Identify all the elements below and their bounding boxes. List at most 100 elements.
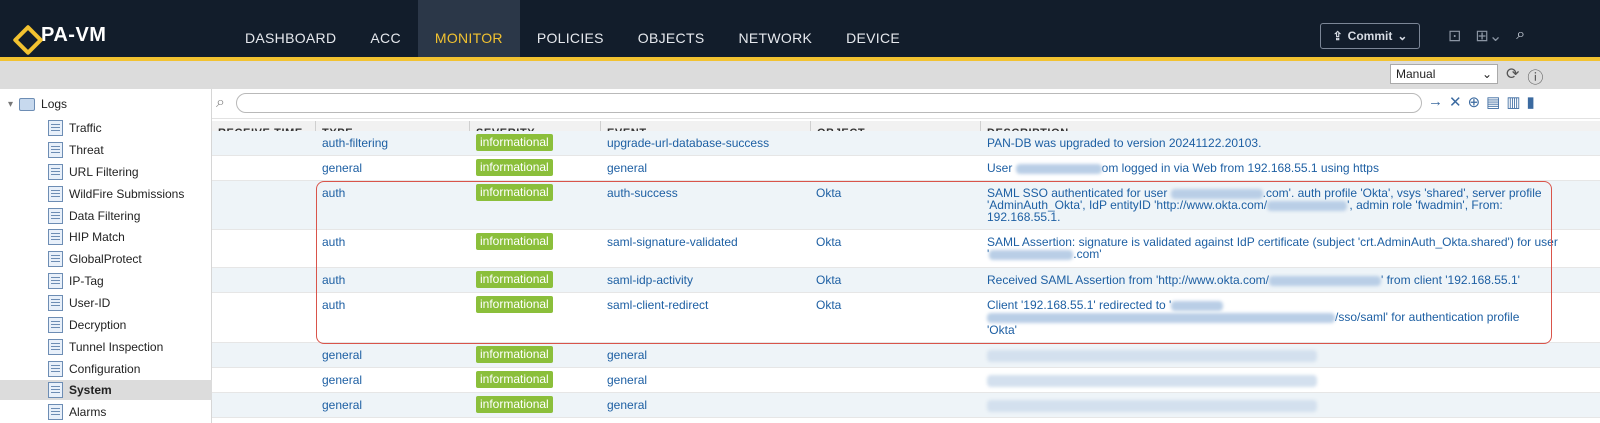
tab-monitor[interactable]: MONITOR [417,0,520,57]
row-event: auth-success [607,186,678,200]
commit-icon: ⇪ [1332,29,1343,43]
row-type: auth [322,273,346,287]
header-icons: ⊡ ⊞⌄ ⌕ [1448,26,1525,46]
sidebar-item-threat[interactable]: Threat [48,140,212,160]
desc-text: Client '192.168.55.1' redirected to ' [987,298,1172,312]
sidebar-item-decryption[interactable]: Decryption [48,315,212,335]
help-icon[interactable]: ⓘ [1527,64,1543,88]
table-row[interactable]: auth-filtering informational upgrade-url… [212,131,1600,156]
row-description [987,374,1317,387]
row-description: PAN-DB was upgraded to version 20241122.… [987,136,1262,150]
severity-badge: informational [476,396,553,413]
clear-filter-icon[interactable]: ✕ [1449,93,1462,111]
redacted-text [1268,275,1381,286]
sidebar-item-globalprotect[interactable]: GlobalProtect [48,249,212,269]
table-row[interactable]: general informational general [212,343,1600,368]
sidebar-root-logs[interactable]: ▾ Logs [8,97,67,111]
sidebar-item-label: Traffic [69,121,102,135]
sidebar-item-url-filtering[interactable]: URL Filtering [48,162,212,182]
chevron-down-icon: ⌄ [1397,29,1408,43]
sidebar-item-ip-tag[interactable]: IP-Tag [48,271,212,291]
log-icon [48,186,63,202]
sidebar-item-hip-match[interactable]: HIP Match [48,227,212,247]
row-event: saml-idp-activity [607,273,694,287]
sidebar-item-configuration[interactable]: Configuration [48,359,212,379]
export-icon[interactable]: ▮ [1527,93,1535,111]
chevron-down-icon: ⌄ [1481,67,1492,81]
severity-badge: informational [476,371,553,388]
log-filter-input[interactable] [236,93,1422,113]
transaction-icon[interactable]: ⊞⌄ [1475,26,1502,46]
sidebar-item-label: Configuration [69,362,141,376]
add-filter-icon[interactable]: ⊕ [1468,93,1481,111]
row-object: Okta [816,235,842,249]
app-title: PA-VM [41,24,107,46]
search-icon[interactable]: ⌕ [1516,26,1525,46]
row-description: User om logged in via Web from 192.168.5… [987,162,1379,174]
row-type: auth [322,186,346,200]
table-row[interactable]: auth informational saml-idp-activity Okt… [212,268,1600,293]
sidebar-item-label: System [69,383,112,397]
sidebar-item-alarms[interactable]: Alarms [48,402,212,422]
sidebar-item-data-filtering[interactable]: Data Filtering [48,206,212,226]
tab-device[interactable]: DEVICE [829,0,917,57]
apply-filter-icon[interactable]: → [1428,93,1443,111]
save-filter-icon[interactable]: ▤ [1486,93,1500,111]
system-log-table: RECEIVE TIME TYPE SEVERITY EVENT OBJECT … [212,121,1600,423]
sidebar-item-traffic[interactable]: Traffic [48,118,212,138]
log-icon [48,208,63,224]
tab-objects[interactable]: OBJECTS [621,0,722,57]
monitor-icon [48,273,63,289]
row-object: Okta [816,186,842,200]
log-filter-bar: ⌕ → ✕ ⊕ ▤ ▥ ▮ [212,89,1600,119]
logo-icon [14,26,34,46]
load-filter-icon[interactable]: ▥ [1506,93,1520,111]
sidebar-item-label: WildFire Submissions [69,187,185,201]
sidebar: ▾ Logs Traffic Threat URL Filtering Wild… [0,89,212,423]
redacted-text [987,374,1317,387]
refresh-interval-select[interactable]: Manual ⌄ [1390,64,1498,84]
tab-network[interactable]: NETWORK [721,0,829,57]
tab-policies[interactable]: POLICIES [520,0,621,57]
log-icon [48,120,63,136]
chevron-down-icon[interactable]: ▾ [8,99,13,110]
severity-badge: informational [476,271,553,288]
row-event: general [607,398,648,412]
sidebar-item-label: Alarms [69,405,107,419]
row-description-line2: /sso/saml' for authentication profile [987,311,1519,323]
table-row[interactable]: general informational general [212,368,1600,393]
folder-icon [19,97,36,111]
main-nav: DASHBOARD ACC MONITOR POLICIES OBJECTS N… [228,0,917,57]
severity-badge: informational [476,296,553,313]
log-icon [48,382,63,398]
table-row[interactable]: general informational general [212,393,1600,418]
row-event: upgrade-url-database-success [607,136,770,150]
commit-button[interactable]: ⇪ Commit ⌄ [1320,23,1420,49]
redacted-text [1267,200,1348,211]
config-lock-icon[interactable]: ⊡ [1448,26,1461,46]
sidebar-item-wildfire[interactable]: WildFire Submissions [48,184,212,204]
sidebar-item-label: HIP Match [69,230,125,244]
row-type: auth [322,298,346,312]
row-description [987,349,1317,362]
sidebar-item-label: URL Filtering [69,165,139,179]
row-description: Client '192.168.55.1' redirected to ' [987,298,1224,312]
tab-acc[interactable]: ACC [353,0,417,57]
row-type: auth-filtering [322,136,389,150]
table-row[interactable]: general informational general User om lo… [212,156,1600,181]
desc-text: User [987,161,1016,175]
sidebar-item-tunnel-inspection[interactable]: Tunnel Inspection [48,337,212,357]
table-row[interactable]: auth informational saml-signature-valida… [212,230,1600,268]
sidebar-item-user-id[interactable]: User-ID [48,293,212,313]
redacted-text [987,399,1317,412]
desc-text: /sso/saml' for authentication profile [1335,310,1520,324]
tab-dashboard[interactable]: DASHBOARD [228,0,353,57]
sidebar-item-label: User-ID [69,296,111,310]
log-icon [48,164,63,180]
sidebar-item-label: Data Filtering [69,209,141,223]
refresh-icon[interactable]: ⟳ [1506,64,1519,88]
sidebar-item-system[interactable]: System [0,380,212,400]
table-row[interactable]: auth informational saml-client-redirect … [212,293,1600,343]
app-logo[interactable]: PA-VM [14,24,106,47]
table-row[interactable]: auth informational auth-success Okta SAM… [212,181,1600,230]
